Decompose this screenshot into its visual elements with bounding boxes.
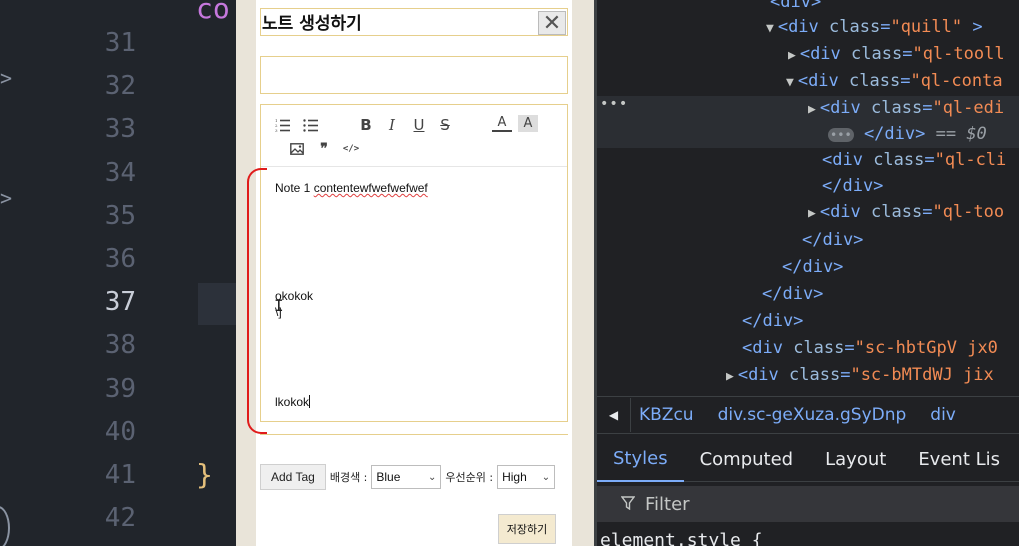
dom-node[interactable]: </div>	[802, 228, 863, 252]
line-number: 33	[104, 114, 136, 144]
fold-arrow-icon[interactable]: >	[0, 66, 12, 90]
breadcrumb: ◀ KBZcu div.sc-geXuza.gSyDnp div	[597, 396, 1019, 434]
breadcrumb-item[interactable]: KBZcu	[639, 405, 694, 425]
line-number: 41	[104, 460, 136, 490]
tab-styles[interactable]: Styles	[597, 438, 684, 482]
breadcrumb-item[interactable]: div.sc-geXuza.gSyDnp	[718, 405, 907, 425]
breadcrumb-item[interactable]: div	[930, 405, 956, 425]
devtools-panel: ••• <div> ▼ <div class="quill" > ▶ <div cl…	[594, 0, 1019, 546]
ordered-list-icon[interactable]: 123	[273, 115, 293, 135]
close-icon: ✕	[542, 10, 562, 36]
styles-filter[interactable]: Filter	[597, 486, 1019, 522]
font-color-icon[interactable]: A	[492, 115, 512, 132]
code-block-icon[interactable]: </>	[341, 139, 361, 159]
svg-text:3: 3	[275, 128, 278, 132]
filter-icon	[620, 495, 636, 514]
line-number: 36	[104, 244, 136, 274]
dom-node[interactable]: ▶ <div class="ql-too	[808, 200, 1004, 226]
line-number: 40	[104, 417, 136, 447]
dom-node[interactable]: </div>	[742, 309, 803, 333]
dom-node[interactable]: ▼ <div class="quill" >	[766, 15, 983, 41]
bg-color-label: 배경색 :	[329, 471, 368, 484]
dom-node[interactable]: </div>	[762, 282, 823, 306]
note-options-row: Add Tag 배경색 : Blue ⌄ 우선순위 : High ⌄	[260, 464, 568, 490]
italic-icon[interactable]: I	[382, 115, 402, 135]
tab-computed[interactable]: Computed	[684, 438, 810, 482]
line-number: 42	[104, 503, 136, 533]
app-panel: 노트 생성하기 ✕ 123 B I U S A A ❞ </> Note 1 c…	[236, 0, 594, 546]
priority-select[interactable]: High ⌄	[497, 465, 556, 489]
chevron-down-icon: ⌄	[541, 471, 551, 483]
line-number: 39	[104, 374, 136, 404]
editor-toolbar: 123 B I U S A A ❞ </>	[261, 105, 567, 167]
breadcrumb-back-icon[interactable]: ◀	[597, 398, 631, 432]
underline-icon[interactable]: U	[409, 115, 429, 135]
text-cursor-icon: I	[274, 296, 284, 315]
closing-brace: }	[196, 458, 213, 491]
activity-circle-icon[interactable]	[0, 506, 10, 546]
node-options-icon[interactable]: •••	[600, 96, 628, 112]
chevron-down-icon: ⌄	[428, 471, 437, 483]
line-number: 38	[104, 330, 136, 360]
current-line-highlight	[198, 283, 236, 325]
content-line: lkokok	[275, 395, 311, 409]
priority-label: 우선순위 :	[445, 471, 494, 484]
fold-arrow-icon[interactable]: >	[0, 186, 12, 210]
tab-event-listeners[interactable]: Event Lis	[902, 438, 1016, 482]
image-icon[interactable]	[287, 139, 307, 159]
close-button[interactable]: ✕	[538, 10, 566, 36]
dom-node[interactable]: <div>	[770, 0, 821, 14]
save-button[interactable]: 저장하기	[498, 514, 556, 544]
line-number: 32	[104, 71, 136, 101]
dom-node-selected[interactable]: ▶ <div class="ql-edi	[808, 96, 1004, 122]
bg-color-select[interactable]: Blue ⌄	[371, 465, 442, 489]
blockquote-icon[interactable]: ❞	[314, 139, 334, 159]
dom-node[interactable]: ▶ <div class="ql-tooll	[788, 42, 1005, 68]
bg-color-value: Blue	[376, 470, 401, 484]
line-number: 31	[104, 28, 136, 58]
text-caret	[309, 395, 311, 408]
dom-node[interactable]: <div class="ql-cli	[822, 148, 1006, 172]
dom-node[interactable]: <div class="sc-hbtGpV jx0	[742, 336, 998, 360]
element-style-rule[interactable]: element.style {	[600, 530, 763, 546]
priority-value: High	[502, 470, 527, 484]
tab-layout[interactable]: Layout	[809, 438, 902, 482]
bullet-list-icon[interactable]	[301, 115, 321, 135]
filter-placeholder: Filter	[645, 493, 690, 515]
code-fragment: co	[196, 0, 230, 25]
line-number: 35	[104, 201, 136, 231]
modal-title: 노트 생성하기	[262, 14, 362, 34]
bold-icon[interactable]: B	[356, 115, 376, 135]
dom-node[interactable]: ▼ <div class="ql-conta	[786, 69, 1003, 95]
line-number: 34	[104, 158, 136, 188]
dom-node-selected-close[interactable]: ••• </div> == $0	[828, 122, 987, 147]
dom-node[interactable]: ▶ <div class="sc-bMTdWJ jix	[726, 363, 994, 389]
background-color-icon[interactable]: A	[518, 115, 538, 132]
annotation-bracket	[247, 168, 267, 434]
rich-text-editor[interactable]: 123 B I U S A A ❞ </> Note 1 contentewfw…	[260, 104, 568, 422]
note-title-input[interactable]	[260, 56, 568, 94]
divider	[260, 434, 568, 435]
add-tag-button[interactable]: Add Tag	[260, 464, 326, 490]
devtools-tabs: Styles Computed Layout Event Lis	[597, 438, 1019, 482]
line-number-active: 37	[104, 287, 136, 317]
code-editor[interactable]: co > > 31 32 33 34 35 36 37 38 39 40 41 …	[0, 0, 236, 546]
dom-node[interactable]: </div>	[822, 174, 883, 198]
dom-node[interactable]: </div>	[782, 255, 843, 279]
content-line: Note 1 contentewfwefwefwef	[275, 181, 428, 195]
strike-icon[interactable]: S	[435, 115, 455, 135]
